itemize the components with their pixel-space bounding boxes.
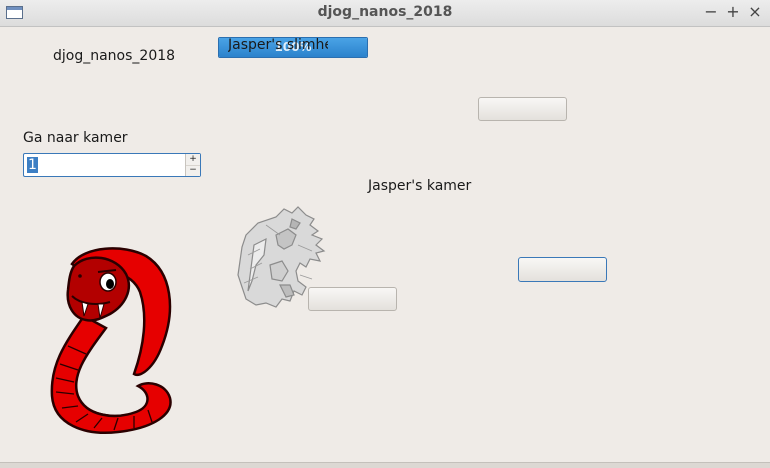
app-label: djog_nanos_2018 <box>53 48 176 64</box>
empty-button-top[interactable] <box>478 97 567 121</box>
room-spinbox[interactable]: 1 + − <box>23 153 201 177</box>
empty-button-right[interactable] <box>518 257 607 282</box>
dragon-image <box>237 206 326 308</box>
window-title: djog_nanos_2018 <box>317 4 453 20</box>
maximize-button[interactable]: + <box>724 3 742 21</box>
spinbox-arrows[interactable]: + − <box>185 154 200 176</box>
goto-room-label: Ga naar kamer <box>23 130 128 146</box>
close-button[interactable]: × <box>746 3 764 21</box>
snake-image <box>50 247 172 434</box>
minimize-button[interactable]: − <box>702 3 720 21</box>
intelligence-label: Jasper's slimheid <box>228 37 328 53</box>
room-spinbox-value[interactable]: 1 <box>27 157 38 173</box>
spin-down-button[interactable]: − <box>186 165 200 176</box>
window-bottom-edge <box>0 462 770 468</box>
title-bar[interactable]: djog_nanos_2018 − + × <box>0 0 770 27</box>
room-title: Jasper's kamer <box>368 178 472 194</box>
